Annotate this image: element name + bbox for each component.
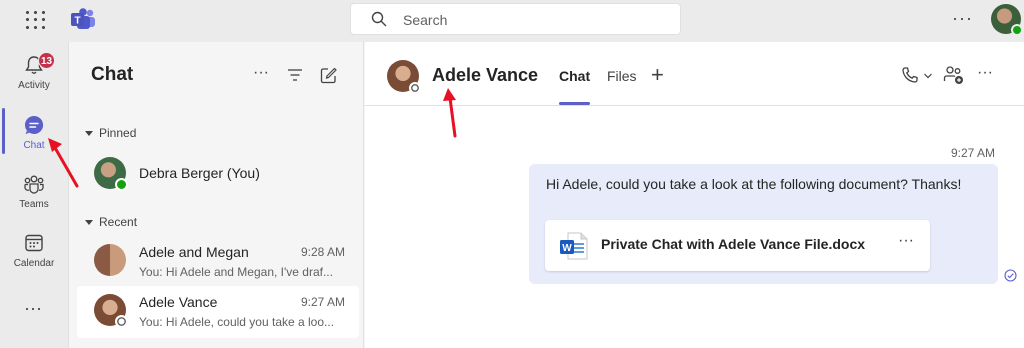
active-tab-indicator xyxy=(559,102,590,105)
settings-more-button[interactable]: ··· xyxy=(952,8,973,29)
filter-icon[interactable] xyxy=(287,67,303,83)
call-icon[interactable] xyxy=(901,66,919,84)
add-tab-button[interactable]: + xyxy=(651,62,664,88)
pinned-section-header[interactable]: Pinned xyxy=(85,126,136,140)
chevron-down-icon[interactable] xyxy=(923,72,933,80)
app-launcher-icon[interactable] xyxy=(24,9,46,31)
top-bar: T Search ··· xyxy=(0,0,1024,42)
search-box[interactable]: Search xyxy=(350,3,681,35)
annotation-arrow-header xyxy=(443,88,457,138)
offline-status-icon xyxy=(115,315,128,328)
file-more-button[interactable]: ··· xyxy=(898,232,914,250)
chat-preview: You: Hi Adele, could you take a loo... xyxy=(139,315,335,329)
search-icon xyxy=(371,11,387,27)
chat-name: Adele and Megan xyxy=(139,244,249,260)
activity-badge: 13 xyxy=(38,52,55,69)
chat-list-title: Chat xyxy=(91,64,134,85)
teams-logo-icon: T xyxy=(71,8,95,29)
collapse-caret-icon xyxy=(85,220,93,226)
message-text: Hi Adele, could you take a look at the f… xyxy=(546,176,962,192)
available-status-icon xyxy=(1011,24,1023,36)
chat-list-panel: Chat ··· Pinned Debra Berger (You) Recen… xyxy=(68,42,364,348)
teams-icon xyxy=(24,175,44,194)
avatar xyxy=(94,294,128,328)
chat-list-more-button[interactable]: ··· xyxy=(253,64,269,82)
recent-label: Recent xyxy=(99,215,138,229)
offline-status-icon xyxy=(409,82,421,94)
conversation-avatar[interactable] xyxy=(387,60,421,94)
search-placeholder: Search xyxy=(403,12,448,28)
group-avatar xyxy=(94,244,126,276)
conversation-title[interactable]: Adele Vance xyxy=(432,65,538,86)
chat-icon xyxy=(24,115,44,134)
chat-name: Debra Berger (You) xyxy=(139,165,260,181)
word-document-icon: W xyxy=(560,232,588,260)
svg-text:W: W xyxy=(562,243,572,254)
file-name[interactable]: Private Chat with Adele Vance File.docx xyxy=(601,236,865,252)
chat-time: 9:28 AM xyxy=(300,245,345,259)
chat-preview: You: Hi Adele and Megan, I've draf... xyxy=(139,265,333,279)
user-avatar[interactable] xyxy=(991,4,1023,36)
new-chat-icon[interactable] xyxy=(320,67,337,84)
annotation-arrow-chat xyxy=(48,138,79,188)
message-timestamp: 9:27 AM xyxy=(951,146,996,160)
add-people-icon[interactable] xyxy=(943,65,965,85)
file-attachment[interactable]: W Private Chat with Adele Vance File.doc… xyxy=(545,220,930,271)
recent-section-header[interactable]: Recent xyxy=(85,215,137,229)
pinned-label: Pinned xyxy=(99,126,137,140)
app-rail: 13 Activity Chat Teams Calendar ··· xyxy=(0,42,68,348)
collapse-caret-icon xyxy=(85,131,93,137)
chat-time: 9:27 AM xyxy=(300,295,345,309)
svg-text:T: T xyxy=(74,16,80,27)
rail-item-calendar[interactable]: Calendar xyxy=(0,222,68,278)
rail-item-activity[interactable]: 13 Activity xyxy=(0,44,68,100)
conversation-more-button[interactable]: ··· xyxy=(977,64,993,82)
rail-label-calendar: Calendar xyxy=(13,258,55,269)
chat-row-adele-vance[interactable]: Adele Vance 9:27 AM You: Hi Adele, could… xyxy=(77,286,359,338)
rail-label-activity: Activity xyxy=(18,80,50,91)
chat-row-adele-megan[interactable]: Adele and Megan 9:28 AM You: Hi Adele an… xyxy=(77,236,359,288)
calendar-icon xyxy=(25,234,43,252)
rail-label-teams: Teams xyxy=(19,199,49,210)
more-apps-button[interactable]: ··· xyxy=(24,298,42,319)
chat-name: Adele Vance xyxy=(139,294,218,310)
tab-chat[interactable]: Chat xyxy=(559,68,590,84)
avatar xyxy=(94,157,128,191)
tab-files[interactable]: Files xyxy=(607,68,637,84)
message-bubble[interactable]: Hi Adele, could you take a look at the f… xyxy=(529,164,998,284)
chat-row-debra[interactable]: Debra Berger (You) xyxy=(77,146,359,200)
available-status-icon xyxy=(115,178,128,191)
read-receipt-icon xyxy=(1004,269,1017,282)
